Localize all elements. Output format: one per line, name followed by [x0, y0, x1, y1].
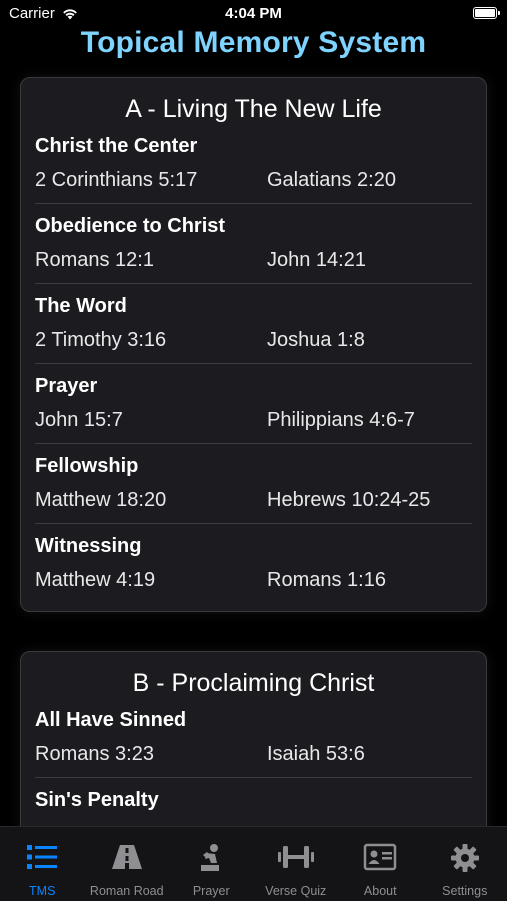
- tab-prayer[interactable]: Prayer: [169, 827, 254, 901]
- topic-name: Fellowship: [35, 455, 138, 478]
- tab-label: Prayer: [169, 884, 254, 898]
- list-icon: [26, 843, 58, 871]
- app-title-word-1: Topical: [81, 26, 185, 59]
- tab-verse-quiz[interactable]: Verse Quiz: [254, 827, 339, 901]
- topic-row[interactable]: Obedience to Christ Romans 12:1 John 14:…: [35, 204, 472, 284]
- section-title: A - Living The New Life: [21, 94, 486, 124]
- topic-row[interactable]: The Word 2 Timothy 3:16 Joshua 1:8: [35, 284, 472, 364]
- praying-person-icon: [197, 843, 225, 873]
- topic-row[interactable]: Fellowship Matthew 18:20 Hebrews 10:24-2…: [35, 444, 472, 524]
- tab-label: Roman Road: [85, 884, 170, 898]
- battery-icon: [473, 7, 497, 19]
- app-title-word-3: System: [318, 26, 426, 59]
- tab-bar: TMS Roman Road Prayer: [0, 826, 507, 901]
- verse-link[interactable]: Isaiah 53:6: [267, 743, 365, 766]
- topic-name: Prayer: [35, 375, 97, 398]
- tab-label: TMS: [0, 884, 85, 898]
- verse-link[interactable]: Hebrews 10:24-25: [267, 489, 430, 512]
- verse-link[interactable]: Romans 1:16: [267, 569, 386, 592]
- app-title: Topical Memory System: [0, 26, 507, 60]
- tab-label: Settings: [423, 884, 507, 898]
- topic-name: Sin's Penalty: [35, 789, 159, 812]
- verse-link[interactable]: Romans 3:23: [35, 743, 154, 766]
- id-card-icon: [363, 843, 397, 871]
- verse-link[interactable]: John 14:21: [267, 249, 366, 272]
- clock: 4:04 PM: [0, 5, 507, 22]
- tab-label: About: [338, 884, 423, 898]
- topic-name: Christ the Center: [35, 135, 197, 158]
- dumbbell-icon: [277, 843, 315, 871]
- verse-link[interactable]: Matthew 4:19: [35, 569, 155, 592]
- verse-link[interactable]: Galatians 2:20: [267, 169, 396, 192]
- topic-row[interactable]: All Have Sinned Romans 3:23 Isaiah 53:6: [35, 698, 472, 778]
- gear-icon: [450, 843, 480, 873]
- topic-name: Obedience to Christ: [35, 215, 225, 238]
- verse-link[interactable]: 2 Corinthians 5:17: [35, 169, 197, 192]
- status-bar: Carrier 4:04 PM: [0, 0, 507, 28]
- tab-about[interactable]: About: [338, 827, 423, 901]
- verse-link[interactable]: Matthew 18:20: [35, 489, 166, 512]
- topic-row[interactable]: Christ the Center 2 Corinthians 5:17 Gal…: [35, 124, 472, 204]
- verse-link[interactable]: Philippians 4:6-7: [267, 409, 415, 432]
- verse-link[interactable]: Joshua 1:8: [267, 329, 365, 352]
- tab-settings[interactable]: Settings: [423, 827, 507, 901]
- verse-link[interactable]: Romans 12:1: [35, 249, 154, 272]
- section-card-a: A - Living The New Life Christ the Cente…: [20, 77, 487, 612]
- topic-row[interactable]: Prayer John 15:7 Philippians 4:6-7: [35, 364, 472, 444]
- topic-name: Witnessing: [35, 535, 142, 558]
- tab-tms[interactable]: TMS: [0, 827, 85, 901]
- verse-link[interactable]: John 15:7: [35, 409, 123, 432]
- topic-name: The Word: [35, 295, 127, 318]
- verse-link[interactable]: 2 Timothy 3:16: [35, 329, 166, 352]
- tab-roman-road[interactable]: Roman Road: [85, 827, 170, 901]
- tab-label: Verse Quiz: [254, 884, 339, 898]
- app-title-word-2: Memory: [194, 26, 310, 59]
- section-card-b: B - Proclaiming Christ All Have Sinned R…: [20, 651, 487, 851]
- topic-row[interactable]: Witnessing Matthew 4:19 Romans 1:16: [35, 524, 472, 603]
- road-icon: [110, 843, 144, 871]
- section-title: B - Proclaiming Christ: [21, 668, 486, 698]
- topic-name: All Have Sinned: [35, 709, 186, 732]
